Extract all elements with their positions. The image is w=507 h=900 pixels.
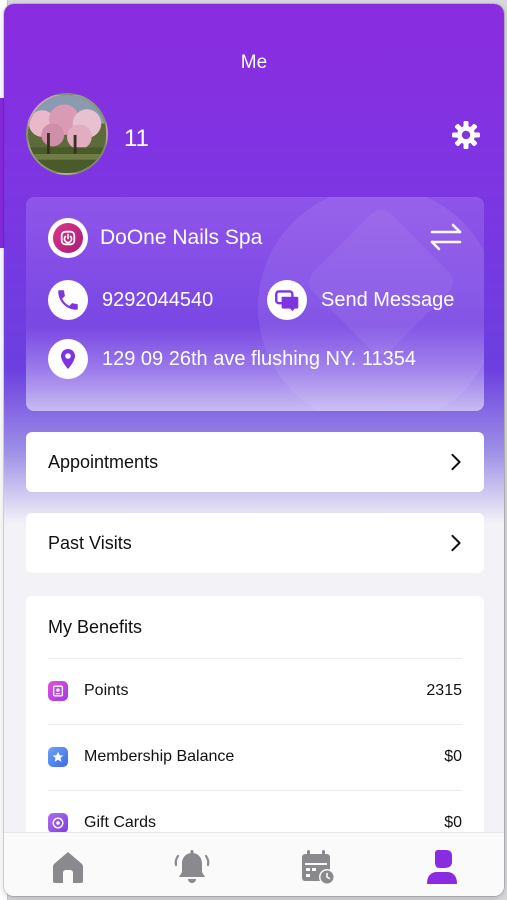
benefit-label: Gift Cards	[84, 814, 157, 831]
phone-row[interactable]: 9292044540	[48, 280, 213, 320]
store-info-card: DoOne Nails Spa 9292044540 Send Message …	[26, 197, 484, 411]
points-icon	[48, 681, 68, 701]
benefit-label: Points	[84, 682, 129, 699]
divider	[48, 790, 462, 791]
send-message-button[interactable]: Send Message	[267, 280, 454, 320]
avatar-photo	[28, 95, 106, 173]
benefits-title: My Benefits	[48, 617, 143, 637]
address-row[interactable]: 129 09 26th ave flushing NY. 11354	[48, 339, 416, 379]
location-pin-icon	[48, 339, 88, 379]
benefit-label: Membership Balance	[84, 748, 235, 765]
profile-name: 11	[124, 125, 149, 152]
avatar[interactable]	[26, 93, 108, 175]
store-logo	[48, 218, 88, 258]
past-visits-button[interactable]: Past Visits	[26, 513, 484, 573]
past-visits-label: Past Visits	[48, 532, 132, 553]
calendar-clock-icon	[302, 850, 335, 885]
tab-schedule[interactable]	[297, 847, 337, 887]
gift-card-icon	[48, 813, 68, 833]
tab-notifications[interactable]	[172, 847, 212, 887]
divider	[48, 658, 462, 659]
store-name: DoOne Nails Spa	[100, 226, 263, 249]
benefit-value: $0	[444, 748, 462, 765]
tab-home[interactable]	[48, 847, 88, 887]
chat-bubble-icon	[267, 280, 307, 320]
home-icon	[53, 852, 83, 883]
divider	[48, 724, 462, 725]
benefit-row-points[interactable]: Points 2315	[48, 675, 462, 707]
chevron-right-icon	[451, 453, 461, 471]
person-icon	[427, 850, 457, 884]
app-window: Me 11 DoOne Nails Spa 9292044540 Send Me…	[4, 4, 504, 896]
send-message-label: Send Message	[321, 288, 455, 311]
bell-icon	[174, 850, 210, 883]
star-badge-icon	[48, 747, 68, 767]
bottom-tab-bar	[4, 832, 504, 896]
benefit-value: 2315	[426, 682, 462, 699]
chevron-right-icon	[451, 534, 461, 552]
phone-icon	[48, 280, 88, 320]
power-logo-icon	[60, 230, 76, 246]
settings-gear-icon[interactable]	[450, 119, 482, 151]
page-title: Me	[240, 52, 268, 73]
store-address: 129 09 26th ave flushing NY. 11354	[102, 347, 416, 370]
my-benefits-card: My Benefits Points 2315 Membership Balan…	[26, 596, 484, 836]
benefit-row-membership-balance[interactable]: Membership Balance $0	[48, 741, 462, 773]
appointments-label: Appointments	[48, 451, 159, 472]
benefit-value: $0	[444, 814, 462, 831]
tab-me[interactable]	[422, 847, 462, 887]
appointments-button[interactable]: Appointments	[26, 432, 484, 492]
switch-store-icon[interactable]	[428, 222, 464, 252]
store-phone: 9292044540	[102, 288, 214, 311]
store-header-row: DoOne Nails Spa	[48, 218, 262, 258]
